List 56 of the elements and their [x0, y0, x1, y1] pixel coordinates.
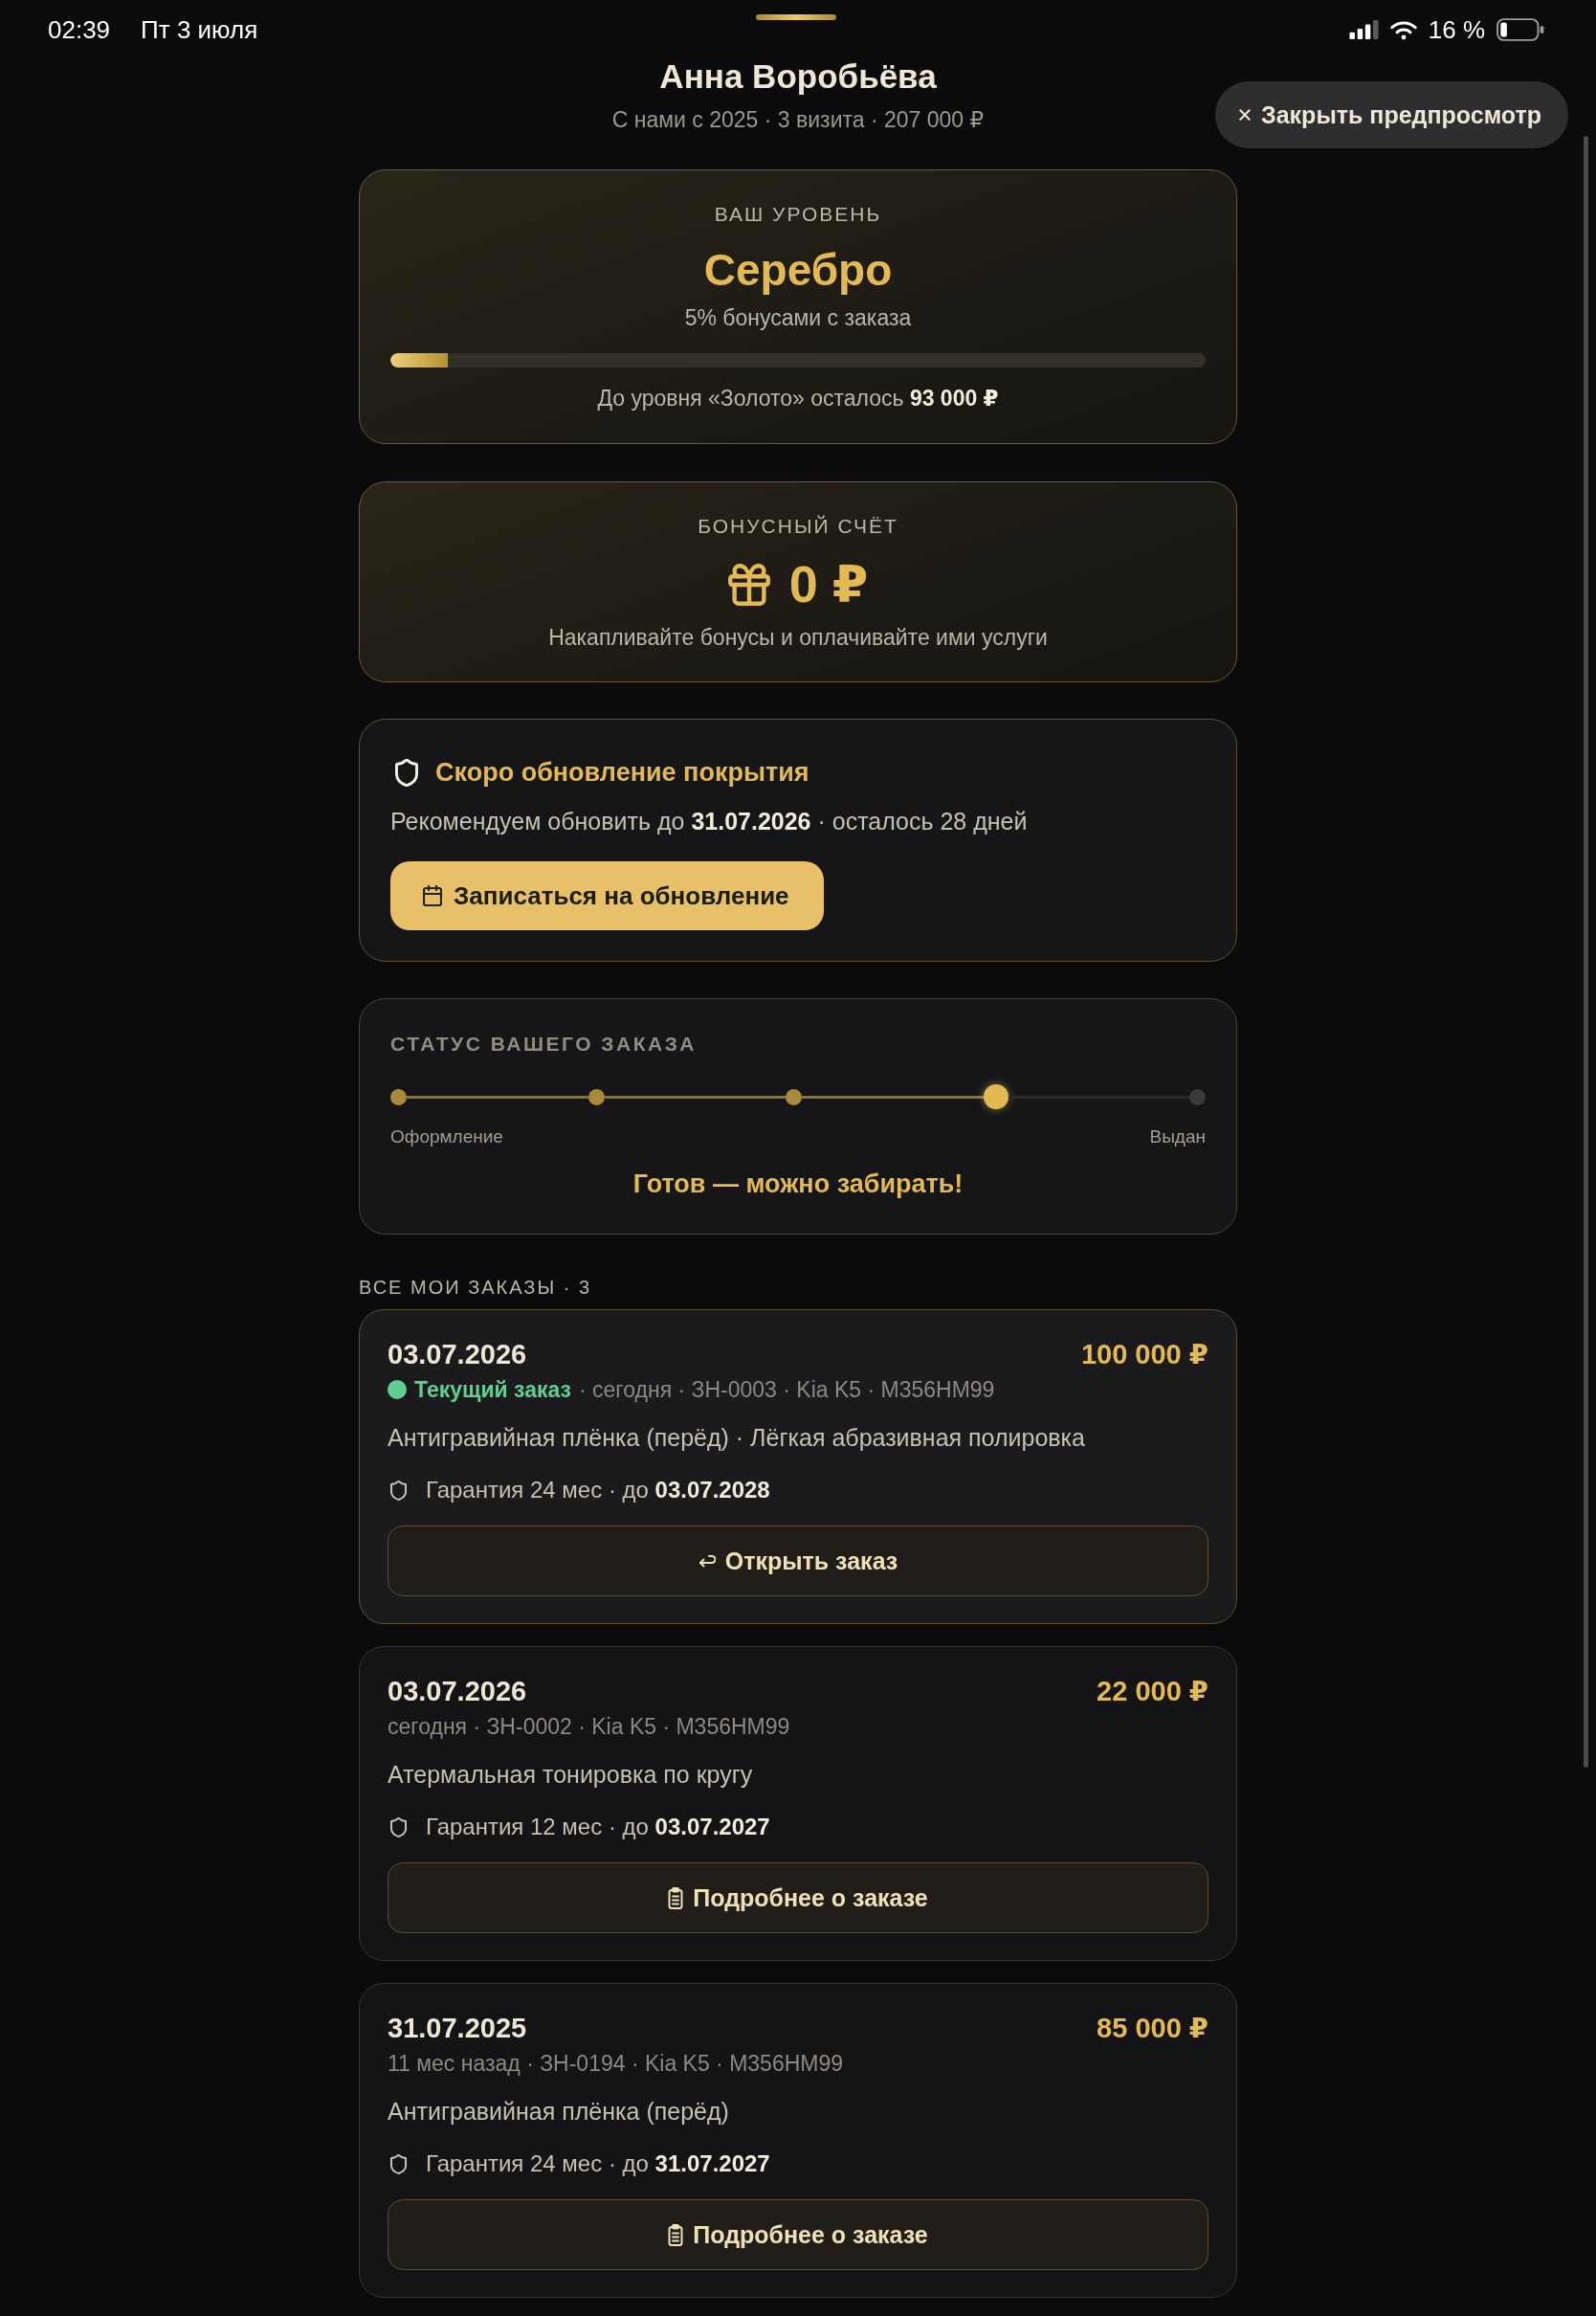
book-update-button[interactable]: Записаться на обновление [390, 861, 824, 930]
order-date: 03.07.2026 [388, 1338, 527, 1371]
gift-icon [727, 562, 770, 606]
step-label: Оформление [390, 1125, 503, 1148]
status-message: Готов — можно забирать! [632, 1169, 964, 1200]
status-dot-icon [388, 1380, 407, 1399]
clipboard-icon [668, 2223, 684, 2246]
close-preview-button[interactable]: Закрыть предпросмотр [1215, 81, 1568, 148]
order-amount: 85 000 ₽ [1097, 2012, 1208, 2045]
close-icon [1238, 108, 1252, 122]
order-date: 03.07.2026 [388, 1675, 527, 1708]
shield-icon [395, 758, 418, 787]
bonus-rate: 5% бонусами с заказа [684, 304, 912, 332]
status-date: Пт 3 июля [141, 15, 258, 44]
remaining-text: До уровня «Золото» осталось 93 000 ₽ [597, 385, 999, 412]
status-time: 02:39 [48, 15, 111, 44]
order-services: Антигравийная плёнка (перёд) [388, 2097, 730, 2127]
bonus-balance: 0 ₽ [788, 555, 869, 612]
order-services: Атермальная тонировка по кругу [388, 1760, 754, 1790]
level-label: ВАШ УРОВЕНЬ [714, 202, 882, 227]
status-title: СТАТУС ВАШЕГО ЗАКАЗА [390, 1032, 698, 1057]
order-amount: 100 000 ₽ [1080, 1338, 1208, 1371]
return-arrow-icon [698, 1554, 716, 1568]
warranty-text: Гарантия 12 мес · до 03.07.2027 [426, 1813, 770, 1841]
bonus-label: БОНУСНЫЙ СЧЁТ [698, 514, 898, 539]
order-details-button[interactable]: Подробнее о заказе [388, 1862, 1208, 1933]
order-services: Антигравийная плёнка (перёд) · Лёгкая абразивная полировка [388, 1423, 1086, 1453]
current-order-label: Текущий заказ [414, 1376, 571, 1404]
coverage-title: Скоро обновление покрытия [435, 757, 809, 789]
order-meta: 11 мес назад · ЗН-0194 · Kia K5 · М356НМ99 [388, 2050, 844, 2078]
battery-icon [1496, 18, 1544, 41]
clipboard-icon [668, 1886, 684, 1909]
open-order-button[interactable]: Открыть заказ [388, 1525, 1208, 1596]
bonus-hint: Накапливайте бонусы и оплачивайте ими услуги [548, 624, 1048, 652]
order-details-button[interactable]: Подробнее о заказе [388, 2199, 1208, 2270]
shield-icon [390, 1816, 407, 1837]
order-meta: · сегодня · ЗН-0003 · Kia K5 · М356НМ99 [579, 1376, 995, 1404]
tier-name: Серебро [703, 244, 893, 296]
warranty-text: Гарантия 24 мес · до 03.07.2028 [426, 1476, 770, 1504]
orders-heading: ВСЕ МОИ ЗАКАЗЫ · 3 [359, 1276, 593, 1300]
battery-percentage: 16 % [1428, 15, 1485, 44]
order-amount: 22 000 ₽ [1097, 1675, 1208, 1708]
drag-handle[interactable] [756, 14, 836, 20]
order-date: 31.07.2025 [388, 2012, 527, 2045]
profile-name: Анна Воробьёва [659, 57, 937, 96]
shield-icon [390, 2153, 407, 2174]
signal-icon [1348, 20, 1379, 39]
calendar-icon [423, 885, 442, 906]
profile-summary: С нами с 2025 · 3 визита · 207 000 ₽ [611, 106, 985, 134]
scrollbar[interactable] [1584, 136, 1588, 1768]
coverage-text: Рекомендуем обновить до 31.07.2026 · осталось 28 дней [390, 807, 1029, 836]
shield-icon [390, 1480, 407, 1501]
order-meta: сегодня · ЗН-0002 · Kia K5 · М356НМ99 [388, 1713, 790, 1741]
wifi-icon [1389, 19, 1417, 40]
warranty-text: Гарантия 24 мес · до 31.07.2027 [426, 2149, 770, 2178]
step-label: Выдан [1149, 1125, 1206, 1148]
